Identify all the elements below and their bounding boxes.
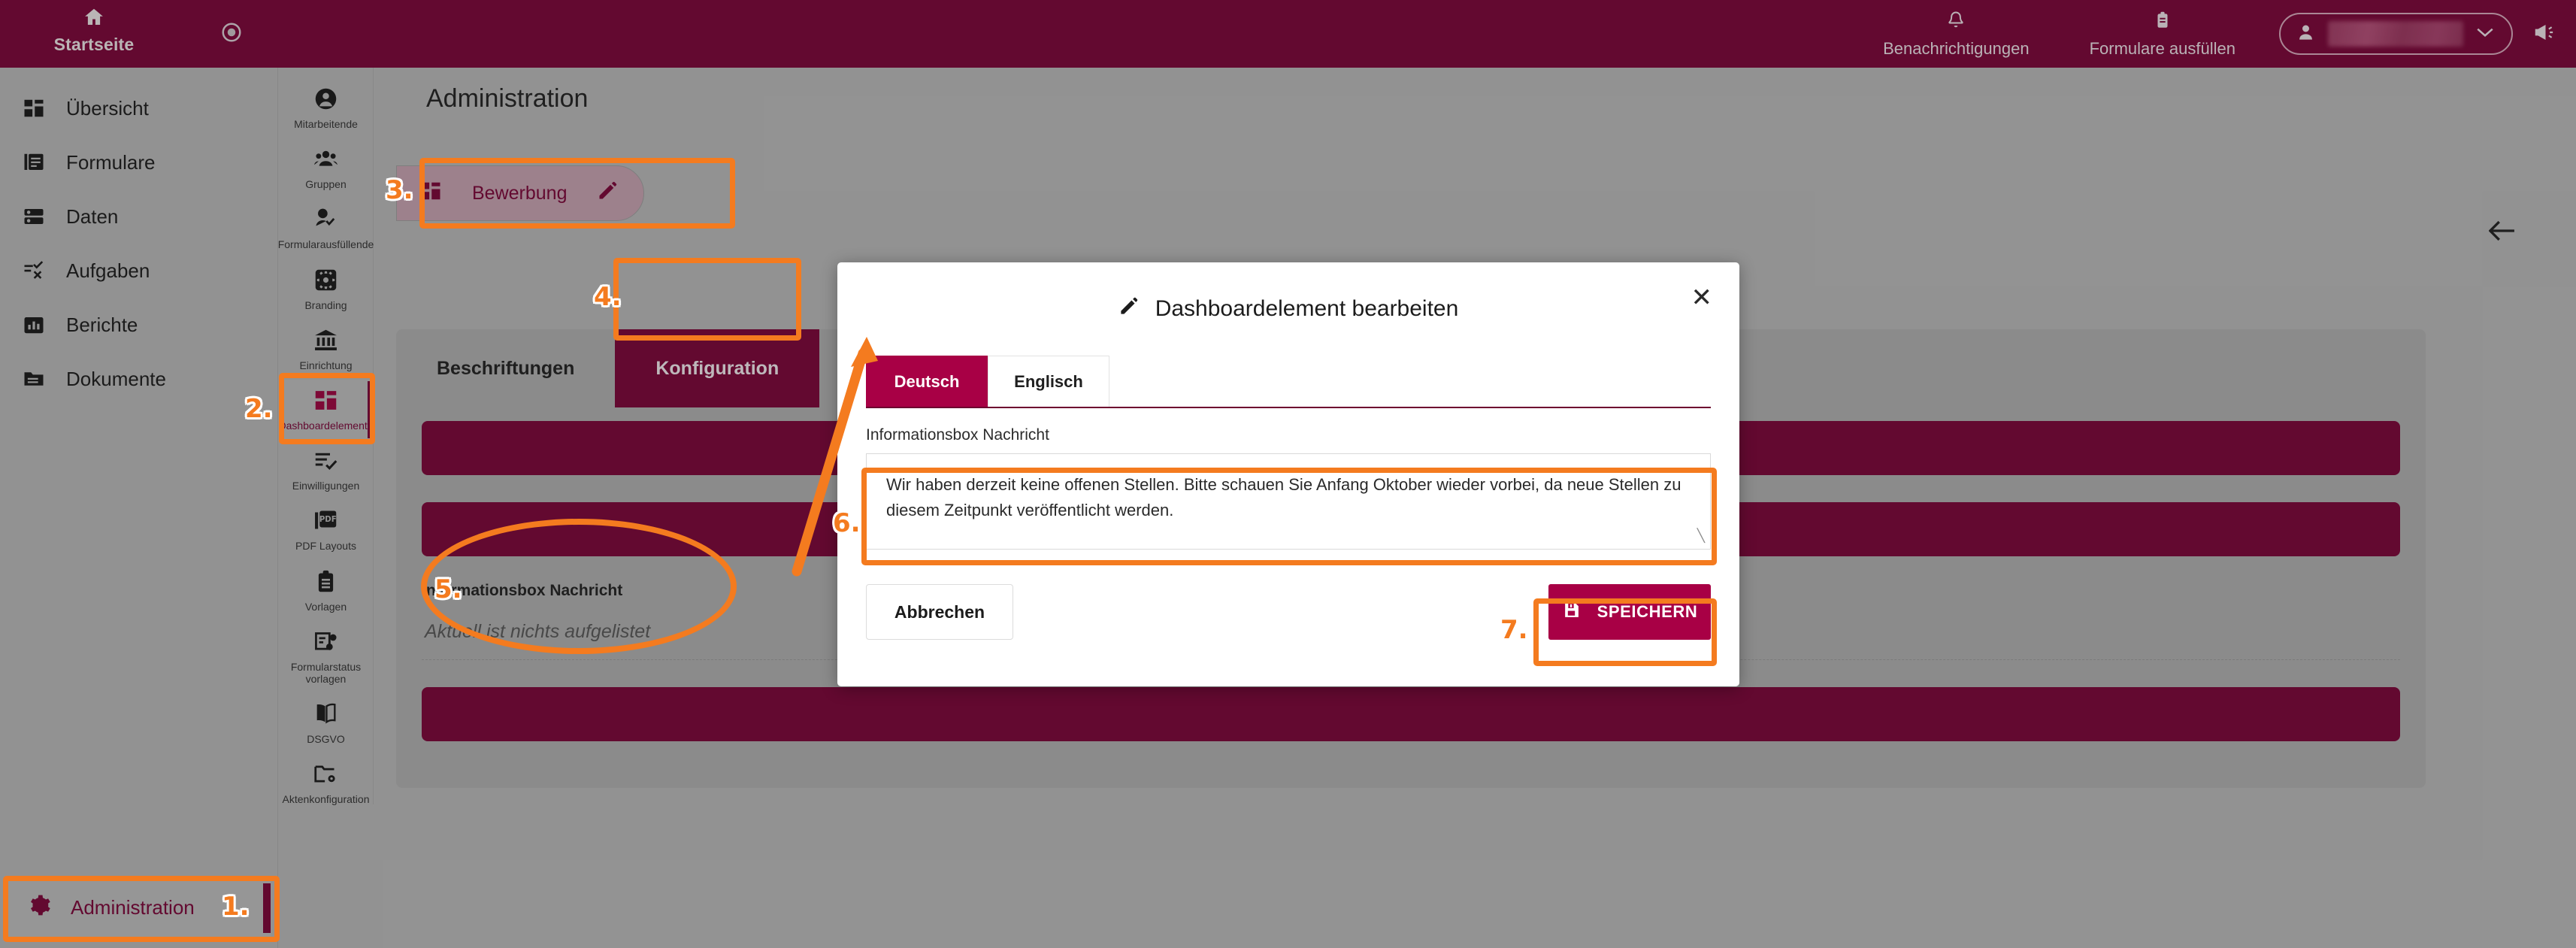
app-root: Startseite Benachrichtigungen Formulare … <box>0 0 2576 948</box>
edit-dashboard-element-dialog: ✕ Dashboardelement bearbeiten Deutsch En… <box>837 262 1739 686</box>
save-disk-icon <box>1562 601 1581 624</box>
message-value: Wir haben derzeit keine offenen Stellen.… <box>886 475 1682 520</box>
message-textarea[interactable]: Wir haben derzeit keine offenen Stellen.… <box>866 453 1711 550</box>
dialog-title-text: Dashboardelement bearbeiten <box>1155 296 1459 321</box>
tab-englisch[interactable]: Englisch <box>988 356 1109 407</box>
pencil-icon <box>1118 296 1139 323</box>
save-button[interactable]: SPEICHERN <box>1548 584 1711 640</box>
message-field-label: Informationsbox Nachricht <box>866 426 1049 444</box>
save-label: SPEICHERN <box>1597 602 1698 621</box>
dialog-title: Dashboardelement bearbeiten <box>837 262 1739 356</box>
language-tabs: Deutsch Englisch <box>866 356 1711 408</box>
close-icon[interactable]: ✕ <box>1691 285 1713 310</box>
cancel-button[interactable]: Abbrechen <box>866 584 1013 640</box>
tab-deutsch[interactable]: Deutsch <box>866 356 988 407</box>
resize-grip-icon[interactable]: ╲ <box>1697 526 1705 546</box>
dialog-footer: Abbrechen SPEICHERN <box>866 584 1711 640</box>
